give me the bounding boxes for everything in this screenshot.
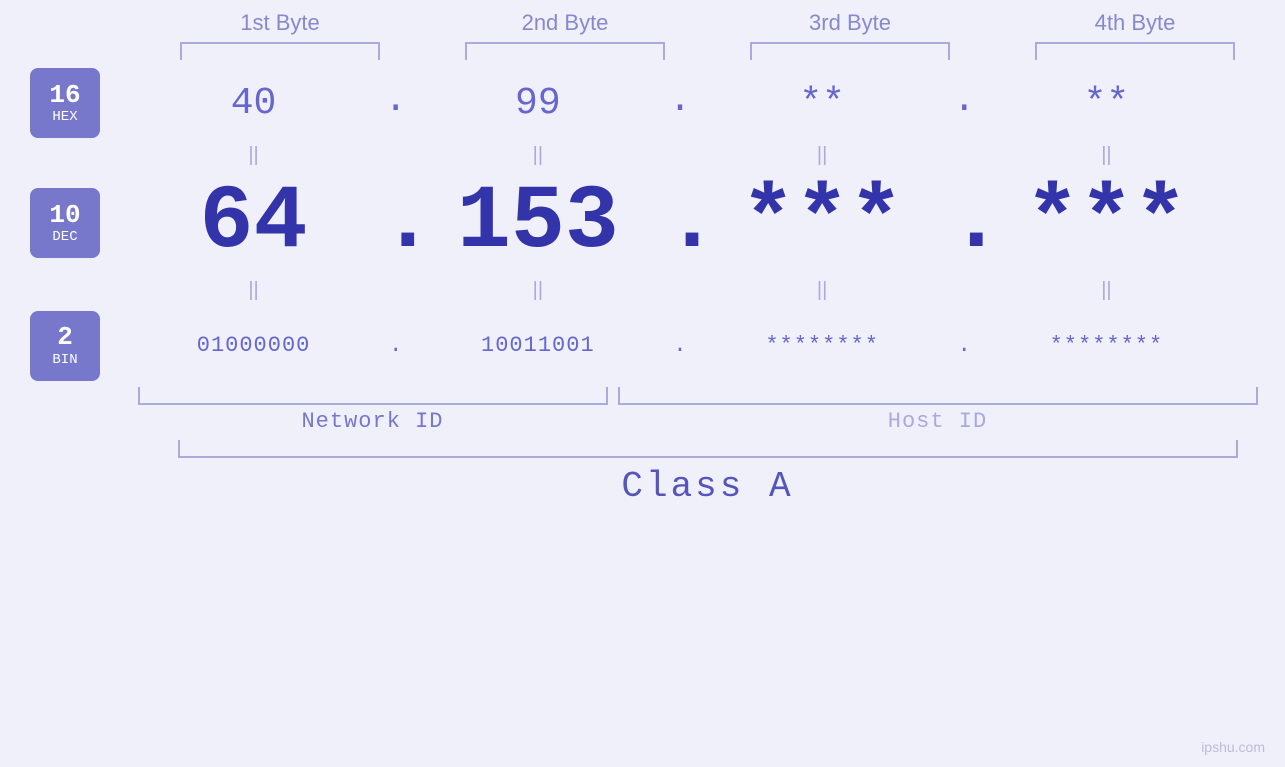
dec-byte2: 153 (418, 172, 658, 274)
byte1-header: 1st Byte (160, 10, 400, 36)
host-id-bracket-bottom (618, 387, 1258, 405)
network-id-label: Network ID (138, 409, 608, 434)
bin-base-num: 2 (57, 323, 73, 352)
byte4-header: 4th Byte (1015, 10, 1255, 36)
hex-badge: 16 HEX (30, 68, 100, 138)
dec-base-name: DEC (52, 229, 77, 245)
byte3-header: 3rd Byte (730, 10, 970, 36)
eq1-b4: || (986, 144, 1226, 167)
hex-byte3: ** (702, 82, 942, 125)
bin-byte1: 01000000 (134, 333, 374, 358)
bin-dot1: . (381, 333, 411, 358)
eq1-b1: || (134, 144, 374, 167)
eq2-b3: || (702, 279, 942, 302)
dec-dot2: . (665, 178, 695, 268)
eq2-b1: || (134, 279, 374, 302)
bin-byte2: 10011001 (418, 333, 658, 358)
class-label: Class A (138, 466, 1278, 507)
byte2-top-bracket (465, 42, 665, 60)
bin-byte4: ******** (986, 333, 1226, 358)
eq2-b4: || (986, 279, 1226, 302)
hex-base-num: 16 (49, 81, 80, 110)
byte1-top-bracket (180, 42, 380, 60)
hex-byte2: 99 (418, 82, 658, 125)
byte3-top-bracket (750, 42, 950, 60)
hex-dot2: . (665, 79, 695, 122)
eq1-b2: || (418, 144, 658, 167)
dec-byte3: *** (702, 172, 942, 274)
bin-byte3: ******** (702, 333, 942, 358)
host-id-label: Host ID (618, 409, 1258, 434)
dec-byte4: *** (986, 172, 1226, 274)
main-container: 1st Byte 2nd Byte 3rd Byte 4th Byte 16 H… (0, 0, 1285, 767)
dec-byte1: 64 (134, 172, 374, 274)
hex-byte4: ** (986, 82, 1226, 125)
outer-bracket-bottom (178, 440, 1238, 458)
hex-dot1: . (381, 79, 411, 122)
dec-dot1: . (381, 178, 411, 268)
eq1-b3: || (702, 144, 942, 167)
hex-byte1: 40 (134, 82, 374, 125)
eq2-b2: || (418, 279, 658, 302)
bin-dot2: . (665, 333, 695, 358)
byte2-header: 2nd Byte (445, 10, 685, 36)
bin-badge: 2 BIN (30, 311, 100, 381)
hex-dot3: . (949, 79, 979, 122)
dec-dot3: . (949, 178, 979, 268)
network-id-bracket-bottom (138, 387, 608, 405)
bin-base-name: BIN (52, 352, 77, 368)
watermark: ipshu.com (1201, 739, 1265, 755)
bin-dot3: . (949, 333, 979, 358)
dec-badge: 10 DEC (30, 188, 100, 258)
dec-base-num: 10 (49, 201, 80, 230)
hex-base-name: HEX (52, 109, 77, 125)
byte4-top-bracket (1035, 42, 1235, 60)
